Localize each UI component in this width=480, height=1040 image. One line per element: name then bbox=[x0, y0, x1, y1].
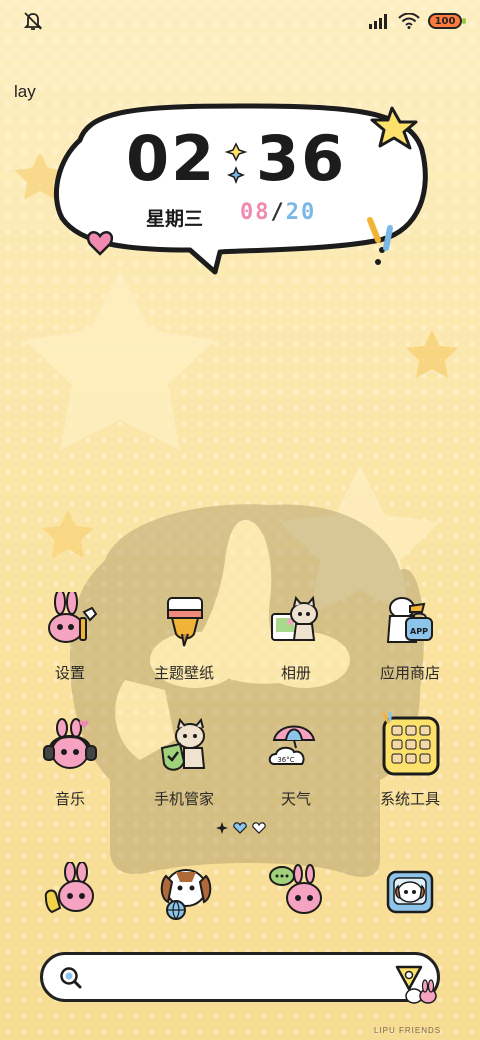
battery-icon: 100 bbox=[428, 13, 466, 29]
wifi-icon bbox=[398, 13, 420, 29]
dock-messages[interactable] bbox=[246, 862, 346, 926]
dog-camera-icon bbox=[386, 870, 434, 914]
date-day: 20 bbox=[285, 200, 317, 225]
date-month: 08 bbox=[240, 200, 271, 225]
status-bar: 100 bbox=[0, 0, 480, 40]
signal-icon bbox=[369, 14, 387, 29]
dock-camera[interactable] bbox=[360, 862, 460, 926]
clock-widget[interactable]: 02 36 星期三 08/20 bbox=[50, 100, 430, 275]
clock-minutes: 36 bbox=[256, 122, 347, 195]
app-music[interactable]: 音乐 bbox=[20, 718, 120, 809]
phone-bunny-icon bbox=[44, 861, 94, 914]
speech-bubble-frame bbox=[53, 103, 428, 275]
bg-star bbox=[406, 330, 458, 378]
heart-page-icon bbox=[252, 822, 266, 834]
app-settings[interactable]: 设置 bbox=[20, 589, 120, 683]
appstore-icon-text: APP bbox=[410, 627, 428, 636]
app-phone-manager[interactable]: 手机管家 bbox=[134, 717, 234, 809]
bunny-settings-icon bbox=[48, 589, 98, 643]
heart-page-icon-active bbox=[233, 822, 247, 834]
dog-globe-icon bbox=[160, 869, 212, 920]
chat-bunny-icon bbox=[269, 864, 322, 914]
umbrella-cloud-icon: 36°C bbox=[268, 725, 316, 765]
mute-notification-icon bbox=[23, 12, 43, 30]
page-indicator bbox=[216, 822, 266, 834]
date-separator: / bbox=[270, 200, 286, 225]
weather-icon-text: 36°C bbox=[277, 756, 294, 764]
app-label: 手机管家 bbox=[153, 790, 214, 808]
app-system-tools[interactable]: 系统工具 bbox=[360, 710, 460, 809]
battery-level: 100 bbox=[434, 15, 456, 27]
app-label: 系统工具 bbox=[379, 790, 440, 808]
app-label: 音乐 bbox=[54, 790, 85, 808]
app-label: 设置 bbox=[54, 664, 85, 682]
dock-browser[interactable] bbox=[134, 862, 234, 926]
search-bar[interactable] bbox=[40, 952, 440, 1002]
heart-decoration-icon bbox=[86, 231, 114, 256]
sparkle-page-icon bbox=[216, 822, 228, 834]
clock-hours: 02 bbox=[126, 122, 217, 195]
tools-folder-icon bbox=[382, 710, 440, 776]
bg-star bbox=[25, 270, 215, 450]
bg-star bbox=[42, 510, 94, 558]
cat-shield-icon bbox=[160, 717, 206, 771]
app-label: 天气 bbox=[280, 790, 311, 808]
app-weather[interactable]: 36°C 天气 bbox=[246, 718, 346, 809]
app-themes[interactable]: 主题壁纸 bbox=[134, 592, 234, 683]
app-gallery[interactable]: 相册 bbox=[246, 592, 346, 683]
clock-date: 08/20 bbox=[240, 200, 316, 225]
search-icon[interactable] bbox=[59, 966, 83, 990]
mini-characters-sticker bbox=[405, 979, 437, 1004]
user-label: lay bbox=[14, 82, 36, 101]
watermark: LIPU FRIENDS bbox=[374, 1026, 442, 1035]
duck-app-bag-icon: APP bbox=[386, 597, 433, 643]
app-store[interactable]: APP 应用商店 bbox=[360, 592, 460, 683]
app-label: 主题壁纸 bbox=[153, 664, 214, 682]
search-input[interactable] bbox=[95, 963, 385, 991]
cat-photo-icon bbox=[271, 595, 318, 641]
paint-brush-icon bbox=[167, 597, 203, 647]
app-label: 应用商店 bbox=[379, 664, 440, 682]
headphones-bunny-icon bbox=[43, 718, 97, 769]
clock-weekday: 星期三 bbox=[146, 208, 204, 230]
dock-phone[interactable] bbox=[20, 861, 120, 926]
app-label: 相册 bbox=[280, 664, 311, 682]
